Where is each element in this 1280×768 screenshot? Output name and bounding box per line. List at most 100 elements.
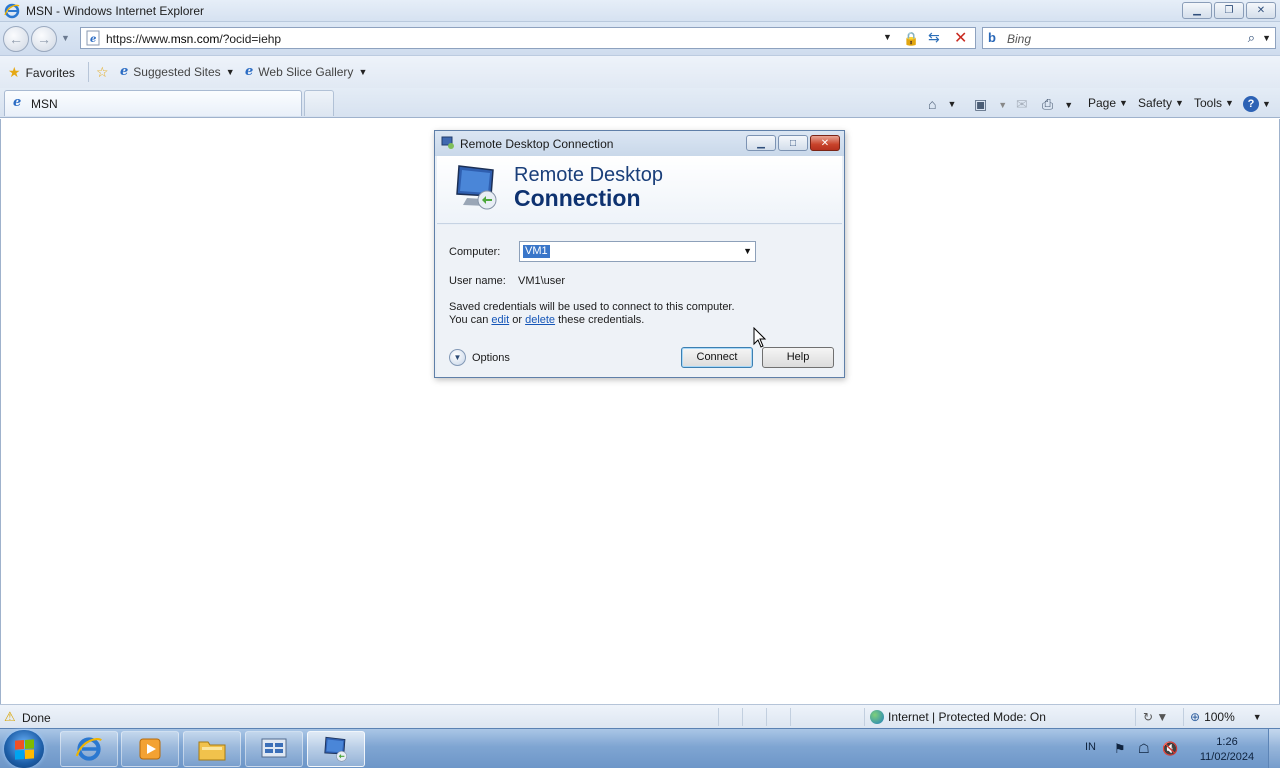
compatibility-icon[interactable]: ↻ ▼ xyxy=(1143,710,1168,724)
chevron-down-icon: ▼ xyxy=(998,99,1008,110)
computer-combobox[interactable]: VM1 ▼ xyxy=(519,241,756,262)
favorites-star-icon: ★ xyxy=(8,64,21,80)
address-toolbar: ← → ▼ e https://www.msn.com/?ocid=iehp ▼… xyxy=(0,22,1280,56)
search-icon[interactable]: ⌕ xyxy=(1248,30,1255,46)
dialog-close-button[interactable]: ✕ xyxy=(810,135,840,151)
tools-menu-label: Tools xyxy=(1194,96,1223,110)
search-placeholder: Bing xyxy=(1007,32,1032,46)
taskbar-explorer[interactable] xyxy=(183,731,241,767)
zone-text: Internet | Protected Mode: On xyxy=(888,710,1046,724)
web-slice-gallery-button[interactable]: e Web Slice Gallery ▼ xyxy=(245,64,367,79)
info-text: You can xyxy=(449,314,492,326)
clock[interactable]: 1:26 11/02/2024 xyxy=(1192,735,1262,765)
tab-bar: e MSN ⌂ ▼ ▣ ▼ ✉ ⎙ ▼ Page ▼ Safety ▼ Tools ▼ ? ▼ xyxy=(0,88,1280,118)
taskbar-internet-explorer[interactable] xyxy=(60,731,118,767)
taskbar-server-manager[interactable] xyxy=(245,731,303,767)
help-icon: ? xyxy=(1243,96,1259,112)
svg-text:e: e xyxy=(90,34,96,45)
address-dropdown-icon[interactable]: ▼ xyxy=(883,32,892,42)
home-icon: ⌂ xyxy=(928,96,937,112)
security-zone[interactable]: Internet | Protected Mode: On xyxy=(870,710,1046,724)
favorites-label: Favorites xyxy=(25,65,75,80)
page-menu[interactable]: Page ▼ xyxy=(1088,96,1128,110)
separator xyxy=(864,708,865,726)
restore-button[interactable]: ❐ xyxy=(1214,2,1244,19)
chevron-down-icon: ▼ xyxy=(225,66,235,77)
taskbar-remote-desktop[interactable] xyxy=(307,731,365,767)
chevron-down-icon: ▼ xyxy=(1225,98,1234,108)
info-text: these credentials. xyxy=(555,314,645,326)
action-center-flag-icon[interactable]: ⚑ xyxy=(1114,741,1126,757)
separator xyxy=(88,62,89,82)
dialog-title-bar[interactable]: Remote Desktop Connection ▁ □ ✕ xyxy=(435,131,844,156)
mail-icon: ✉ xyxy=(1016,96,1028,112)
address-bar[interactable]: e https://www.msn.com/?ocid=iehp ▼ 🔒 ⇆ ✕ xyxy=(80,27,976,49)
connect-button[interactable]: Connect xyxy=(681,347,753,368)
back-button[interactable]: ← xyxy=(3,26,29,52)
start-button[interactable] xyxy=(4,730,44,768)
back-icon: ← xyxy=(9,31,23,47)
chevron-down-icon: ▼ xyxy=(1064,99,1074,110)
language-indicator[interactable]: IN xyxy=(1085,741,1096,753)
forward-button[interactable]: → xyxy=(31,26,57,52)
stop-icon[interactable]: ✕ xyxy=(954,28,967,48)
chevron-down-icon[interactable]: ▼ xyxy=(743,246,752,256)
media-player-icon xyxy=(139,738,161,760)
read-mail-button[interactable]: ✉ xyxy=(1016,96,1028,113)
edit-credentials-link[interactable]: edit xyxy=(491,314,509,326)
ie-icon: e xyxy=(13,95,22,110)
clock-date: 11/02/2024 xyxy=(1199,751,1255,763)
options-toggle[interactable]: ▼ Options xyxy=(449,349,510,366)
ie-icon: e xyxy=(245,64,254,79)
favorites-button[interactable]: ★ Favorites xyxy=(8,64,75,81)
taskbar-media-player[interactable] xyxy=(121,731,179,767)
show-desktop-button[interactable] xyxy=(1268,729,1280,768)
rdc-monitor-icon xyxy=(456,165,497,210)
rdc-monitor-icon xyxy=(324,736,347,762)
separator xyxy=(1183,708,1184,726)
dialog-body: Computer: VM1 ▼ User name: VM1\user Save… xyxy=(437,225,842,377)
suggested-sites-button[interactable]: e Suggested Sites ▼ xyxy=(120,64,235,79)
url-text[interactable]: https://www.msn.com/?ocid=iehp xyxy=(106,32,281,46)
search-box[interactable]: b Bing ⌕ ▼ xyxy=(982,27,1276,49)
print-icon: ⎙ xyxy=(1042,96,1054,112)
search-dropdown-icon[interactable]: ▼ xyxy=(1262,33,1271,43)
separator xyxy=(742,708,743,726)
computer-label: Computer: xyxy=(449,246,501,258)
dialog-minimize-button[interactable]: ▁ xyxy=(746,135,776,151)
globe-icon xyxy=(870,710,884,724)
web-slice-label: Web Slice Gallery xyxy=(258,64,354,79)
safety-menu[interactable]: Safety ▼ xyxy=(1138,96,1184,110)
home-button[interactable]: ⌂ ▼ xyxy=(928,96,956,112)
minimize-icon: ▁ xyxy=(757,137,765,149)
restore-icon: ❐ xyxy=(1224,4,1234,16)
start-orb-icon xyxy=(14,738,34,760)
delete-credentials-link[interactable]: delete xyxy=(525,314,555,326)
volume-muted-icon[interactable]: 🔇 xyxy=(1162,741,1178,757)
minimize-button[interactable]: ▁ xyxy=(1182,2,1212,19)
add-to-favorites-bar-button[interactable]: ☆ xyxy=(96,64,109,81)
page-menu-label: Page xyxy=(1088,96,1117,110)
chevron-down-icon: ▼ xyxy=(1119,98,1128,108)
refresh-icon[interactable]: ⇆ xyxy=(928,29,940,46)
help-button[interactable]: Help xyxy=(762,347,834,368)
separator xyxy=(790,708,791,726)
help-menu[interactable]: ? ▼ xyxy=(1243,96,1271,112)
tab-msn[interactable]: e MSN xyxy=(4,90,302,116)
recent-pages-dropdown[interactable]: ▼ xyxy=(61,33,70,43)
feeds-button[interactable]: ▣ ▼ xyxy=(974,96,1007,113)
computer-value[interactable]: VM1 xyxy=(523,245,550,258)
ie-page-icon: e xyxy=(86,30,100,46)
dialog-banner: Remote Desktop Connection xyxy=(437,156,842,224)
network-icon[interactable]: ☖ xyxy=(1138,741,1150,757)
new-tab-button[interactable] xyxy=(304,90,334,116)
dialog-maximize-button[interactable]: □ xyxy=(778,135,808,151)
tools-menu[interactable]: Tools ▼ xyxy=(1194,96,1234,110)
zoom-control[interactable]: ⊕ 100% ▼ xyxy=(1190,710,1262,724)
remote-desktop-dialog: Remote Desktop Connection ▁ □ ✕ Remote D… xyxy=(434,130,845,378)
ie-icon xyxy=(75,737,102,761)
lock-icon[interactable]: 🔒 xyxy=(903,31,919,47)
close-button[interactable]: ✕ xyxy=(1246,2,1276,19)
safety-menu-label: Safety xyxy=(1138,96,1173,110)
print-button[interactable]: ⎙ ▼ xyxy=(1042,96,1073,113)
